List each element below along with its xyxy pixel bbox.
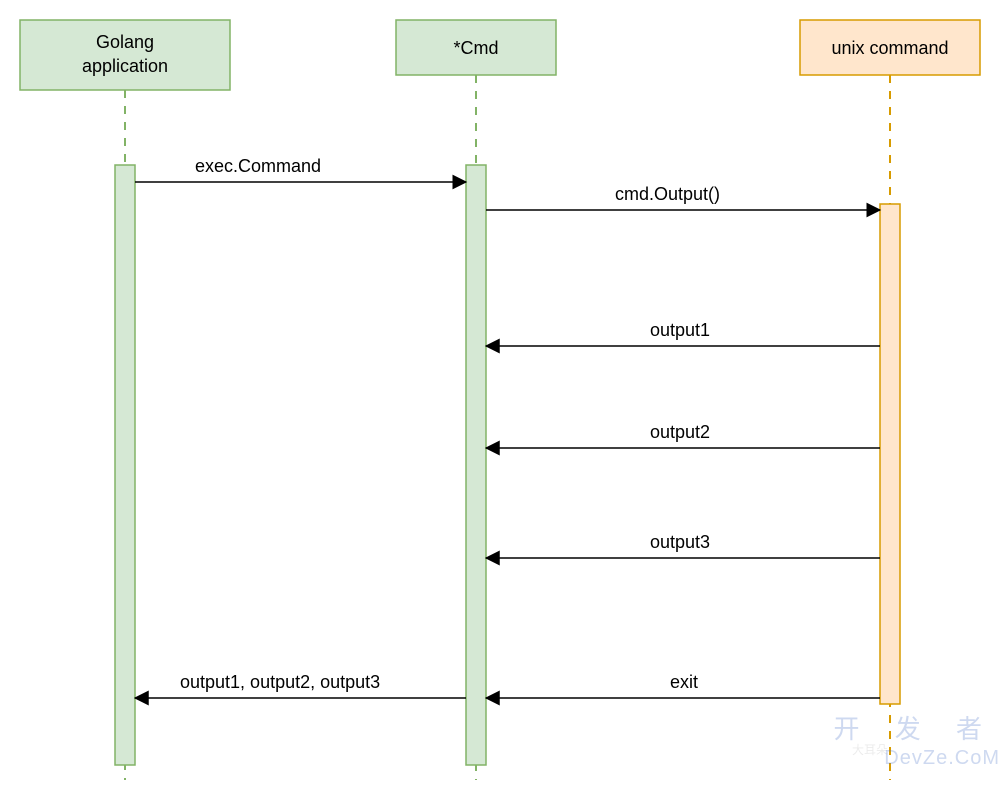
activation-cmd — [466, 165, 486, 765]
message-label-m4: output2 — [650, 422, 710, 442]
participant-label-golang: Golang — [96, 32, 154, 52]
message-label-m5: output3 — [650, 532, 710, 552]
message-label-m7: output1, output2, output3 — [180, 672, 380, 692]
message-label-m3: output1 — [650, 320, 710, 340]
participant-label2-golang: application — [82, 56, 168, 76]
activation-unix — [880, 204, 900, 704]
participant-label-cmd: *Cmd — [453, 38, 498, 58]
participant-golang — [20, 20, 230, 90]
participant-label-unix: unix command — [831, 38, 948, 58]
sequence-diagram: Golang application *Cmd unix command exec.Co… — [0, 0, 1008, 788]
message-label-m6: exit — [670, 672, 698, 692]
message-label-m1: exec.Command — [195, 156, 321, 176]
activation-golang — [115, 165, 135, 765]
message-label-m2: cmd.Output() — [615, 184, 720, 204]
